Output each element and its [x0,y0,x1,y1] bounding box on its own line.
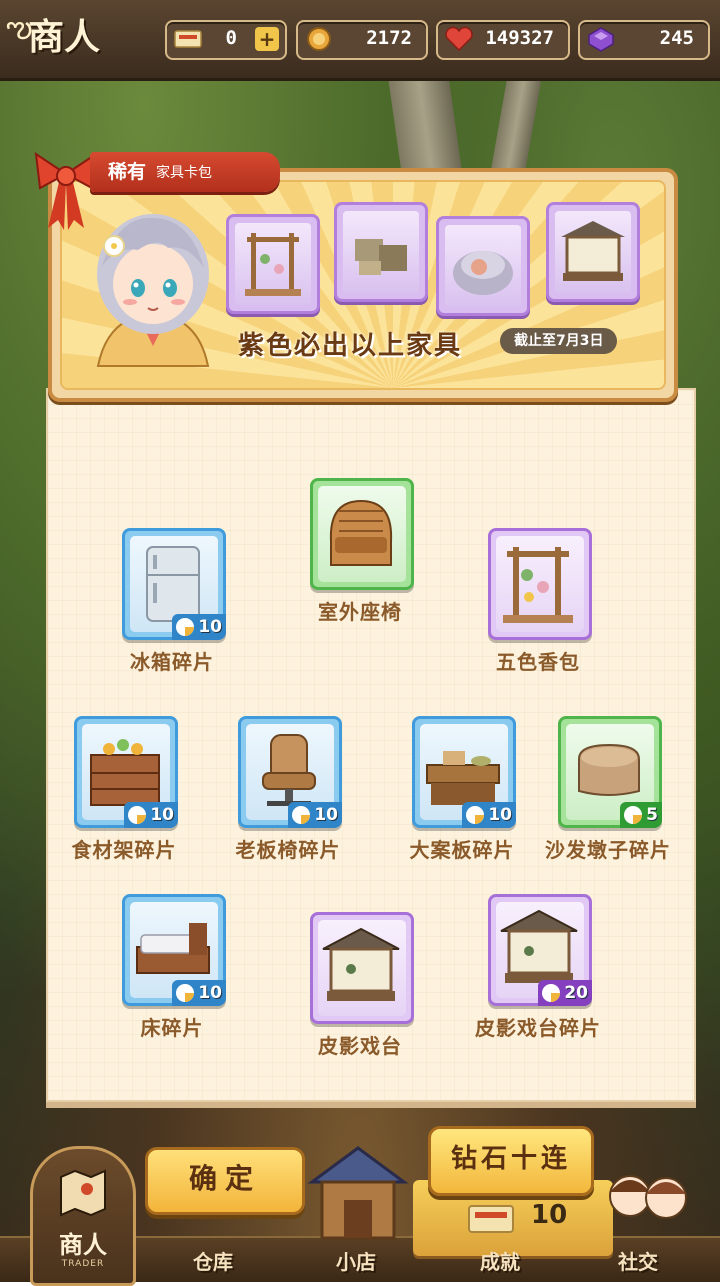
shard-count-badge: 10 [288,802,342,828]
page-title: 商人 [28,16,101,58]
nav-trader[interactable]: 商人 TRADER [30,1146,136,1286]
confirm-button[interactable]: 确定 [145,1147,305,1215]
sachet-rack-icon [503,547,573,623]
nav-social[interactable]: 社交 [618,1246,658,1275]
shard-count-badge: 20 [538,980,592,1006]
ticket-counter: 0 + [165,20,287,60]
clock-icon [624,806,643,824]
ticket-icon [174,30,202,48]
item-tile-outdoor-chair[interactable] [310,478,414,590]
ten-draw-cost: 10 [531,1200,568,1230]
pack-title-ribbon: 稀有 家具卡包 [90,152,280,192]
item-tile-sofa-stool-shard[interactable]: 5 [558,716,662,828]
heart-counter: 149327 [436,20,570,60]
shard-count-badge: 10 [172,614,226,640]
item-label: 室外座椅 [318,600,402,624]
coin-value: 2172 [366,27,412,49]
top-bar: ఌ 商人 0 + 2172 149327 245 [0,0,720,81]
item-tile-boss-chair-shard[interactable]: 10 [238,716,342,828]
nav-shop[interactable]: 小店 [336,1246,376,1275]
item-label: 冰箱碎片 [130,650,214,674]
diamond-ten-draw-button[interactable]: 钻石十连 [428,1126,594,1196]
preview-card-storage [334,202,428,302]
gem-value: 245 [659,27,694,49]
add-ticket-button[interactable]: + [255,27,279,51]
nav-trader-sublabel: TRADER [61,1259,105,1269]
map-icon [60,1169,106,1217]
pack-name: 家具卡包 [156,165,212,181]
preview-card-cushion [436,216,530,316]
shard-count-badge: 5 [620,802,662,828]
clock-icon [292,806,311,824]
character-portrait [96,214,210,367]
ticket-value: 0 [225,27,237,49]
clock-icon [176,984,195,1002]
item-tile-shadow-puppet-stage[interactable] [310,912,414,1024]
item-tile-big-cutting-board-shard[interactable]: 10 [412,716,516,828]
nav-warehouse[interactable]: 仓库 [193,1246,233,1275]
clock-icon [542,984,561,1002]
social-avatars-icon [609,1175,687,1219]
preview-card-shadow-stage [546,202,640,302]
item-tile-shadow-stage-shard[interactable]: 20 [488,894,592,1006]
item-tile-ingredient-rack-shard[interactable]: 10 [74,716,178,828]
item-label: 皮影戏台 [318,1034,402,1058]
item-label: 老板椅碎片 [235,838,341,862]
item-label: 食材架碎片 [71,838,177,862]
nav-achievement[interactable]: 成就 [480,1246,520,1275]
ticket-icon [468,1205,514,1233]
pack-guarantee-text: 紫色必出以上家具 [238,331,463,361]
item-label: 皮影戏台碎片 [475,1016,601,1040]
shadow-stage-icon [322,927,400,1001]
coin-icon [307,27,331,51]
gem-icon [588,27,614,52]
heart-icon [445,26,473,52]
shard-count-badge: 10 [462,802,516,828]
item-label: 沙发墩子碎片 [545,838,671,862]
clock-icon [176,618,195,636]
shop-building-icon [307,1146,409,1240]
deadline-badge: 截止至7月3日 [500,328,618,354]
heart-value: 149327 [485,27,554,49]
item-tile-five-color-sachet[interactable] [488,528,592,640]
nav-trader-label: 商人 [59,1231,107,1259]
preview-card-incense-rack [226,214,320,314]
shard-count-badge: 10 [172,980,226,1006]
item-tile-fridge-shard[interactable]: 10 [122,528,226,640]
gem-counter: 245 [578,20,710,60]
item-label: 五色香包 [496,650,580,674]
outdoor-chair-icon [329,499,393,566]
clock-icon [128,806,147,824]
clock-icon [466,806,485,824]
shard-count-badge: 10 [124,802,178,828]
item-tile-bed-shard[interactable]: 10 [122,894,226,1006]
coin-counter: 2172 [296,20,428,60]
rarity-label: 稀有 [108,161,147,183]
item-label: 床碎片 [140,1016,204,1040]
